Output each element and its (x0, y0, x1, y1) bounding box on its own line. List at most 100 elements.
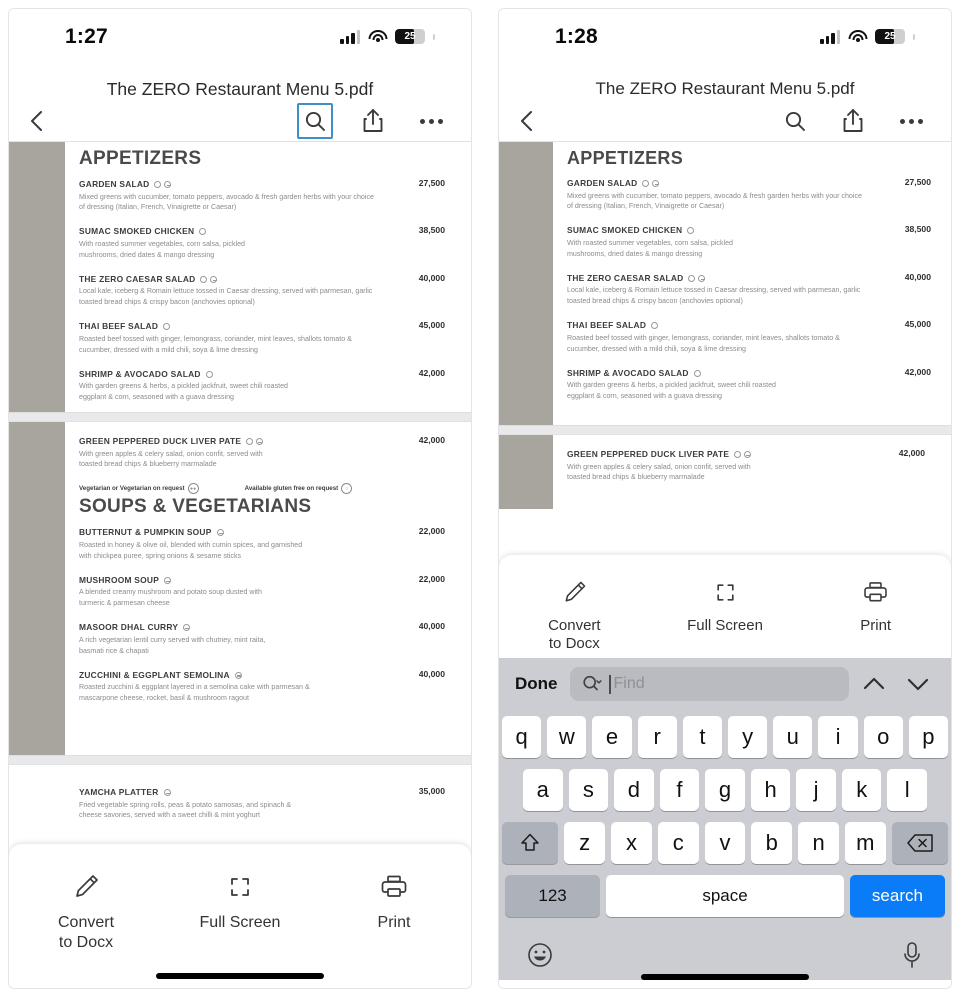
key-c[interactable]: c (657, 822, 699, 864)
vegetarian-icon (164, 576, 172, 584)
key-v[interactable]: v (704, 822, 746, 864)
key-w[interactable]: w (547, 716, 587, 758)
nav-actions (777, 103, 929, 139)
menu-item: MASOOR DHAL CURRY 40,000 A rich vegetari… (79, 621, 445, 656)
cellular-signal-icon (820, 29, 840, 44)
key-u[interactable]: u (773, 716, 813, 758)
key-m[interactable]: m (844, 822, 886, 864)
key-e[interactable]: e (592, 716, 632, 758)
key-l[interactable]: l (887, 769, 928, 811)
menu-item-name: THAI BEEF SALAD (79, 321, 159, 332)
search-key[interactable]: search (849, 875, 945, 917)
battery-icon: 25 (395, 29, 425, 44)
menu-item: THAI BEEF SALAD 45,000 Roasted beef toss… (567, 319, 931, 354)
right-phone-screenshot: 1:28 25 The ZERO Restaurant Menu 5.pdf A… (480, 0, 960, 997)
battery-icon: 25 (875, 29, 905, 44)
key-a[interactable]: a (522, 769, 563, 811)
home-indicator[interactable] (156, 973, 324, 979)
chevron-down-icon[interactable] (905, 675, 931, 693)
share-button[interactable] (355, 103, 391, 139)
keyboard-bottom-row (502, 928, 948, 974)
microphone-icon[interactable] (900, 940, 924, 970)
menu-item-marks (651, 321, 659, 330)
pdf-page-1: APPETIZERS GARDEN SALAD 27,500 Mixed gre… (9, 141, 471, 413)
menu-item-marks (183, 623, 191, 632)
vegetarian-icon (256, 438, 264, 445)
pdf-viewer[interactable]: APPETIZERS GARDEN SALAD 27,500 Mixed gre… (9, 141, 471, 851)
chevron-up-icon[interactable] (861, 675, 887, 693)
pdf-page-1: APPETIZERS GARDEN SALAD 27,500 Mixed gre… (499, 141, 951, 426)
backspace-key[interactable] (891, 822, 949, 864)
key-n[interactable]: n (798, 822, 839, 864)
key-f[interactable]: f (659, 769, 700, 811)
key-x[interactable]: x (611, 822, 652, 864)
convert-to-docx-button[interactable]: Convert to Docx (499, 577, 650, 655)
printer-icon (864, 581, 887, 601)
find-input[interactable]: Find (569, 667, 849, 701)
key-p[interactable]: p (908, 716, 949, 758)
menu-item: SUMAC SMOKED CHICKEN 38,500 With roasted… (567, 224, 931, 259)
veg-badge-icon: ●● (187, 483, 199, 495)
wifi-icon (368, 29, 387, 44)
full-screen-button[interactable]: Full Screen (163, 870, 317, 933)
key-g[interactable]: g (705, 769, 745, 811)
home-indicator[interactable] (641, 974, 809, 980)
back-button[interactable] (511, 105, 543, 137)
status-clock: 1:28 (555, 25, 598, 48)
full-screen-button[interactable]: Full Screen (650, 577, 801, 636)
key-o[interactable]: o (863, 716, 903, 758)
gluten-free-icon (200, 275, 208, 283)
page-separator (9, 756, 471, 764)
key-k[interactable]: k (841, 769, 882, 811)
menu-item-desc: Mixed greens with cucumber, tomato peppe… (567, 191, 862, 211)
key-i[interactable]: i (818, 716, 858, 758)
shift-key[interactable] (501, 822, 559, 864)
convert-to-docx-button[interactable]: Convert to Docx (9, 870, 163, 953)
menu-item-price: 38,500 (418, 225, 445, 236)
key-y[interactable]: y (728, 716, 768, 758)
menu-item: YAMCHA PLATTER 35,000 Fried vegetable sp… (79, 786, 445, 821)
print-button[interactable]: Print (800, 577, 951, 636)
key-j[interactable]: j (796, 769, 836, 811)
menu-item-name: ZUCCHINI & EGGPLANT SEMOLINA (79, 669, 230, 680)
menu-item-name: SUMAC SMOKED CHICKEN (567, 225, 683, 236)
back-button[interactable] (21, 105, 53, 137)
key-z[interactable]: z (564, 822, 606, 864)
key-s[interactable]: s (568, 769, 609, 811)
menu-item-name: SHRIMP & AVOCADO SALAD (567, 367, 689, 378)
vegetarian-icon (163, 789, 171, 796)
menu-item-price: 42,000 (904, 366, 931, 377)
space-key[interactable]: space (606, 875, 844, 917)
menu-item-price: 42,000 (418, 435, 445, 445)
menu-item-marks (234, 671, 242, 679)
print-label: Print (860, 616, 892, 634)
key-h[interactable]: h (750, 769, 791, 811)
menu-item-marks (687, 226, 695, 235)
vegetarian-icon (698, 274, 706, 282)
convert-label: Convert to Docx (57, 914, 115, 951)
menu-item-desc: Local kale, iceberg & Romain lettuce tos… (567, 286, 861, 306)
search-button[interactable] (297, 103, 333, 139)
key-q[interactable]: q (501, 716, 542, 758)
key-t[interactable]: t (682, 716, 722, 758)
legend-vegetarian: Vegetarian or Vegetarian on request ●● (79, 483, 199, 495)
menu-item-price: 27,500 (904, 177, 931, 187)
full-screen-label: Full Screen (199, 914, 281, 931)
key-d[interactable]: d (614, 769, 654, 811)
pdf-page-2: GREEN PEPPERED DUCK LIVER PATE 42,000 Wi… (9, 421, 471, 756)
emoji-icon[interactable] (526, 941, 554, 969)
more-options-button[interactable] (413, 103, 449, 139)
menu-item-desc: With green apples & celery salad, onion … (79, 449, 263, 469)
numbers-key[interactable]: 123 (505, 875, 601, 917)
menu-item-marks (205, 370, 213, 378)
share-button[interactable] (835, 103, 871, 139)
key-b[interactable]: b (751, 822, 793, 864)
key-r[interactable]: r (637, 716, 677, 758)
chevron-left-icon (521, 111, 532, 131)
search-button[interactable] (777, 103, 813, 139)
pdf-viewer[interactable]: APPETIZERS GARDEN SALAD 27,500 Mixed gre… (499, 141, 951, 509)
find-nav-buttons (861, 675, 935, 693)
more-options-button[interactable] (893, 103, 929, 139)
done-button[interactable]: Done (515, 674, 558, 694)
print-button[interactable]: Print (317, 870, 471, 933)
